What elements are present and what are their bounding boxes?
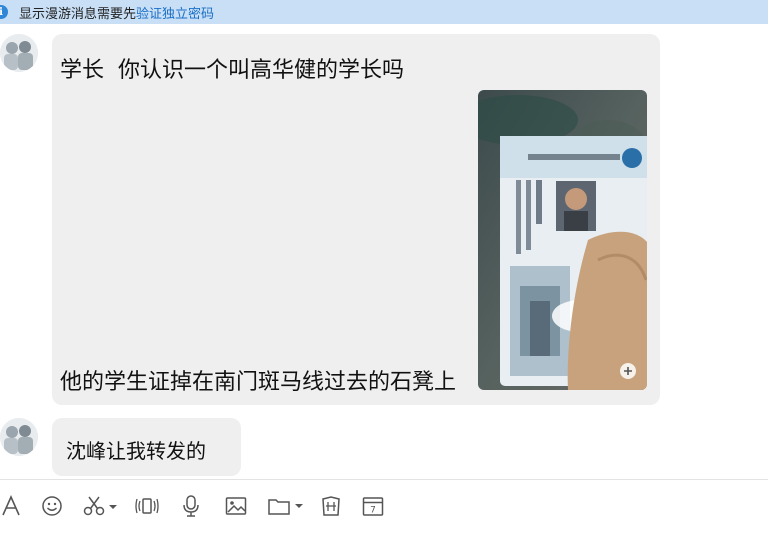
input-toolbar: 7 [0,488,768,524]
message-bubble[interactable]: 学长 你认识一个叫高华健的学长吗 他的学生证掉在南门斑马线过去的石凳上 [52,34,660,405]
folder-icon[interactable] [266,488,306,524]
avatar[interactable] [0,418,38,456]
message-bubble[interactable]: 沈峰让我转发的 [52,418,241,476]
avatar-image [0,34,38,72]
message-text: 学长 你认识一个叫高华健的学长吗 [60,58,404,83]
verify-password-link[interactable]: 验证独立密码 [136,3,214,22]
roaming-notice-bar: i 显示漫游消息需要先 验证独立密码 [0,0,768,24]
screenshot-scissors-icon[interactable] [82,488,120,524]
student-card-photo[interactable] [478,90,647,390]
avatar-image [0,418,38,456]
shake-icon[interactable] [134,488,160,524]
calendar-day: 7 [370,506,376,516]
message-text: 他的学生证掉在南门斑马线过去的石凳上 [60,370,457,395]
font-icon[interactable] [0,488,22,524]
avatar[interactable] [0,34,38,72]
image-icon[interactable] [224,488,248,524]
microphone-icon[interactable] [180,488,202,524]
red-packet-icon[interactable] [318,488,344,524]
info-icon: i [0,5,8,19]
input-divider [0,479,768,480]
calendar-icon[interactable]: 7 [360,488,386,524]
emoji-icon[interactable] [40,488,64,524]
notice-text: 显示漫游消息需要先 [19,6,137,22]
message-text: 沈峰让我转发的 [66,439,206,463]
